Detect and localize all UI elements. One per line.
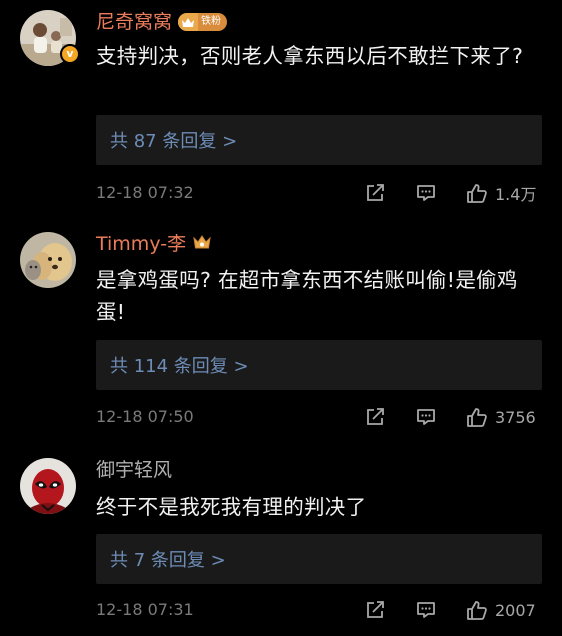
thumbs-up-icon bbox=[467, 600, 487, 620]
username-row: 尼奇窝窝 铁粉 bbox=[96, 8, 228, 36]
username-row: Timmy-李 bbox=[96, 230, 212, 258]
comment-text: 是拿鸡蛋吗? 在超市拿东西不结账叫偷!是偷鸡蛋! bbox=[96, 268, 518, 324]
comment-item: v 尼奇窝窝 铁粉 支持判决，否则老人拿东西以后不敢拦下来了? 共 87 条回复… bbox=[0, 0, 562, 212]
like-count: 1.4万 bbox=[495, 185, 537, 204]
replies-count: 共 7 条回复 > bbox=[110, 550, 226, 571]
comment-footer: 12-18 07:32 1.4万 bbox=[96, 180, 542, 206]
comment-item: 御宇轻风 终于不是我死我有理的判决了 共 7 条回复 > 12-18 07:31 bbox=[0, 446, 562, 636]
replies-count: 共 87 条回复 > bbox=[110, 131, 238, 152]
verified-badge: v bbox=[60, 44, 80, 64]
share-icon[interactable] bbox=[364, 599, 388, 621]
crown-icon bbox=[178, 13, 199, 31]
comment-footer: 12-18 07:50 3756 bbox=[96, 404, 542, 430]
view-replies-button[interactable]: 共 7 条回复 > bbox=[96, 534, 542, 584]
like-button[interactable]: 3756 bbox=[466, 404, 536, 430]
comment-icon[interactable] bbox=[414, 182, 438, 204]
crown-icon bbox=[192, 234, 212, 254]
share-icon[interactable] bbox=[364, 406, 388, 428]
share-icon[interactable] bbox=[364, 182, 388, 204]
timestamp: 12-18 07:31 bbox=[96, 600, 194, 619]
avatar[interactable] bbox=[20, 458, 76, 514]
like-button[interactable]: 1.4万 bbox=[466, 180, 536, 206]
comment-text: 终于不是我死我有理的判决了 bbox=[96, 495, 367, 519]
like-count: 2007 bbox=[495, 600, 536, 620]
like-count: 3756 bbox=[495, 407, 536, 427]
like-button[interactable]: 2007 bbox=[466, 597, 536, 623]
comment-icon[interactable] bbox=[414, 406, 438, 428]
timestamp: 12-18 07:50 bbox=[96, 407, 194, 426]
fan-badge-label: 铁粉 bbox=[201, 16, 222, 27]
comment-footer: 12-18 07:31 2007 bbox=[96, 597, 542, 623]
view-replies-button[interactable]: 共 87 条回复 > bbox=[96, 115, 542, 165]
thumbs-up-icon bbox=[467, 183, 487, 203]
comment-icon[interactable] bbox=[414, 599, 438, 621]
username-row: 御宇轻风 bbox=[96, 456, 172, 484]
comment-item: Timmy-李 是拿鸡蛋吗? 在超市拿东西不结账叫偷!是偷鸡蛋! 共 114 条… bbox=[0, 222, 562, 436]
thumbs-up-icon bbox=[467, 407, 487, 427]
timestamp: 12-18 07:32 bbox=[96, 183, 194, 202]
username[interactable]: 御宇轻风 bbox=[96, 456, 172, 484]
username[interactable]: Timmy-李 bbox=[96, 230, 186, 258]
avatar[interactable] bbox=[20, 232, 76, 288]
fan-badge: 铁粉 bbox=[178, 13, 228, 31]
username[interactable]: 尼奇窝窝 bbox=[96, 8, 172, 36]
replies-count: 共 114 条回复 > bbox=[110, 356, 249, 377]
comment-text: 支持判决，否则老人拿东西以后不敢拦下来了? bbox=[96, 44, 524, 68]
view-replies-button[interactable]: 共 114 条回复 > bbox=[96, 340, 542, 390]
